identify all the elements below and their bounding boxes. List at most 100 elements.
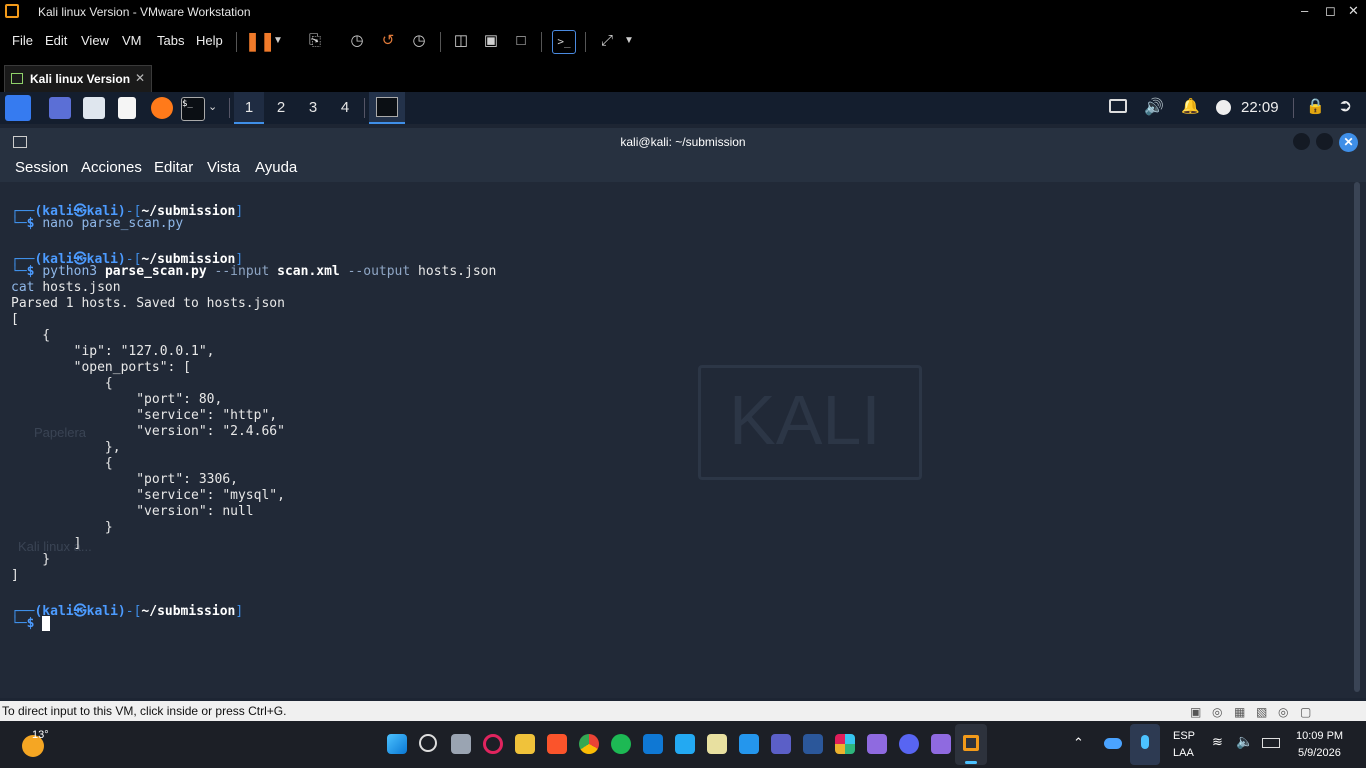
terminal-view-icon[interactable]: >_ <box>552 30 576 54</box>
menu-help[interactable]: Help <box>196 33 223 48</box>
kali-logo-frame: KALI <box>698 365 922 480</box>
menu-vm[interactable]: VM <box>122 33 142 48</box>
pause-icon[interactable]: ❚❚ <box>245 30 275 52</box>
command-line: cat hosts.json <box>11 280 121 295</box>
lock-icon[interactable]: 🔒 <box>1306 97 1325 115</box>
menu-tabs[interactable]: Tabs <box>157 33 184 48</box>
hdd-icon[interactable]: ▣ <box>1190 705 1201 719</box>
slack-icon[interactable] <box>835 734 855 754</box>
docker-icon[interactable] <box>739 734 759 754</box>
start-icon[interactable] <box>387 734 407 754</box>
terminal-icon[interactable]: $_ <box>181 97 205 121</box>
menu-view[interactable]: View <box>81 33 109 48</box>
send-keys-icon[interactable]: ⎘ <box>304 30 326 52</box>
workspace-3[interactable]: 3 <box>298 92 328 124</box>
menu-ayuda[interactable]: Ayuda <box>255 159 297 176</box>
usb-icon[interactable]: ▧ <box>1256 705 1267 719</box>
keyboard-layout[interactable]: LAA <box>1173 747 1194 759</box>
chevron-up-icon[interactable]: ⌃ <box>1073 735 1084 751</box>
chevron-down-icon[interactable]: ▼ <box>267 30 289 52</box>
language-indicator[interactable]: ESP <box>1173 730 1195 742</box>
cd-icon[interactable]: ◎ <box>1212 705 1222 719</box>
wifi-icon[interactable]: ≋ <box>1212 734 1223 750</box>
vmware-taskbar-button[interactable] <box>955 724 987 765</box>
chevron-down-icon[interactable]: ▼ <box>618 30 640 52</box>
snapshot-manager-icon[interactable]: ◷ <box>408 30 430 52</box>
obsidian-icon[interactable] <box>867 734 887 754</box>
command-line: └─$ nano parse_scan.py <box>11 216 184 231</box>
word-icon[interactable] <box>803 734 823 754</box>
volume-icon[interactable]: 🔈 <box>1236 733 1253 750</box>
outlook-icon[interactable] <box>643 734 663 754</box>
output-line: { <box>11 376 113 391</box>
monitor-icon[interactable] <box>1109 99 1127 113</box>
workspace-2[interactable]: 2 <box>266 92 296 124</box>
device-icons[interactable]: ▣ ◎ ▦ ▧ ◎ ▢ <box>1190 705 1340 719</box>
workspace-4[interactable]: 4 <box>330 92 360 124</box>
discord-icon[interactable] <box>899 734 919 754</box>
display-icon[interactable]: ▢ <box>1300 705 1311 719</box>
taskbar-time[interactable]: 10:09 PM <box>1296 730 1343 742</box>
volume-icon[interactable]: 🔊 <box>1144 97 1164 117</box>
toolbar-separator <box>585 32 586 52</box>
snapshot-icon[interactable]: ◷ <box>346 30 368 52</box>
battery-icon[interactable] <box>1262 738 1280 748</box>
workspace-1[interactable]: 1 <box>234 92 264 124</box>
menu-acciones[interactable]: Acciones <box>81 159 142 176</box>
bell-icon[interactable]: 🔔 <box>1181 97 1200 115</box>
obsidian-icon[interactable] <box>931 734 951 754</box>
microphone-button[interactable] <box>1130 724 1160 765</box>
maximize-button[interactable] <box>1316 133 1333 150</box>
stretch-icon[interactable]: ⤢ <box>596 30 618 52</box>
close-button[interactable]: ✕ <box>1339 133 1358 152</box>
task-view-icon[interactable] <box>451 734 471 754</box>
file-explorer-icon[interactable] <box>515 734 535 754</box>
maximize-button[interactable]: ◻ <box>1325 3 1336 19</box>
search-icon[interactable] <box>419 734 437 752</box>
kali-menu-icon[interactable] <box>5 95 31 121</box>
menu-editar[interactable]: Editar <box>154 159 193 176</box>
revert-snapshot-icon[interactable]: ↺ <box>377 30 399 52</box>
terminal-output[interactable]: KALI Papelera Kali linux a... ┌──(kali㉿k… <box>0 182 1366 698</box>
chevron-down-icon[interactable]: ⌄ <box>208 100 217 113</box>
scrollbar[interactable] <box>1354 182 1360 692</box>
minimize-button[interactable]: – <box>1301 3 1308 18</box>
chrome-icon[interactable] <box>579 734 599 754</box>
panel-clock[interactable]: 22:09 <box>1241 99 1279 116</box>
taskbar-date[interactable]: 5/9/2026 <box>1298 747 1341 759</box>
console-view-icon[interactable]: ▣ <box>480 30 502 52</box>
show-desktop-icon[interactable] <box>49 97 71 119</box>
spotify-icon[interactable] <box>611 734 631 754</box>
menu-session[interactable]: Session <box>15 159 68 176</box>
vmware-icon <box>963 735 979 751</box>
text-editor-icon[interactable] <box>118 97 136 119</box>
teams-icon[interactable] <box>771 734 791 754</box>
menu-edit[interactable]: Edit <box>45 33 67 48</box>
menu-file[interactable]: File <box>12 33 33 48</box>
firefox-icon[interactable] <box>151 97 173 119</box>
command-line: └─$ <box>11 616 51 631</box>
tab-kali-linux[interactable]: Kali linux Version ✕ <box>4 65 152 93</box>
output-line: "open_ports": [ <box>11 360 192 375</box>
minimize-button[interactable] <box>1293 133 1310 150</box>
microphone-icon <box>1141 735 1149 749</box>
menu-vista[interactable]: Vista <box>207 159 240 176</box>
weather-temp[interactable]: 13° <box>32 729 49 741</box>
sound-icon[interactable]: ◎ <box>1278 705 1288 719</box>
close-tab-icon[interactable]: ✕ <box>135 71 145 85</box>
close-button[interactable]: ✕ <box>1348 3 1359 19</box>
terminal-titlebar: kali@kali: ~/submission ✕ <box>0 128 1366 156</box>
onedrive-icon[interactable] <box>1104 738 1122 749</box>
active-indicator <box>965 761 977 764</box>
notepad-icon[interactable] <box>707 734 727 754</box>
fullscreen-icon[interactable]: □ <box>510 30 532 52</box>
file-manager-icon[interactable] <box>83 97 105 119</box>
vscode-icon[interactable] <box>675 734 695 754</box>
sidebar-toggle-icon[interactable]: ◫ <box>450 30 472 52</box>
brave-icon[interactable] <box>547 734 567 754</box>
network-icon[interactable]: ▦ <box>1234 705 1245 719</box>
taskbar-terminal-window[interactable] <box>369 92 405 124</box>
logout-icon[interactable]: ➲ <box>1338 96 1352 116</box>
power-manager-icon[interactable] <box>1216 100 1231 115</box>
opera-icon[interactable] <box>483 734 503 754</box>
